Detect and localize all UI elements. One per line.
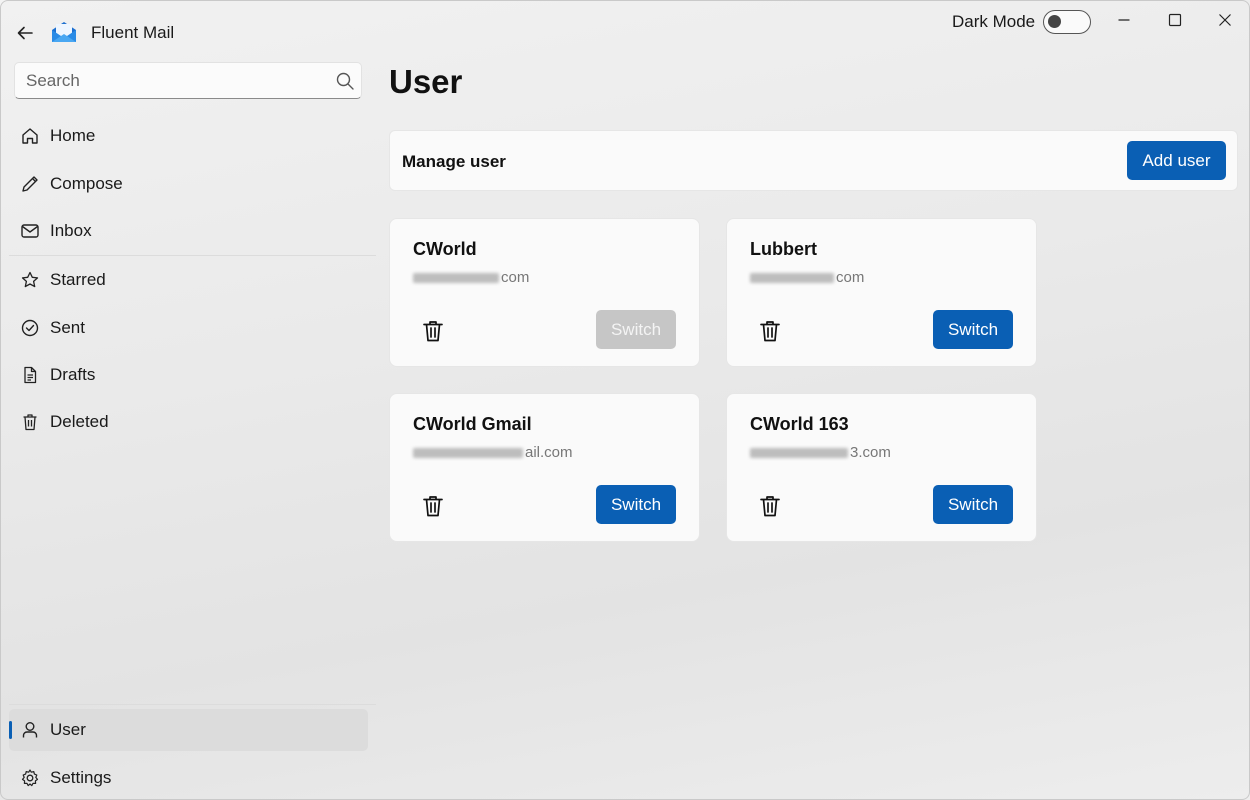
sidebar-item-label: Sent — [50, 318, 85, 337]
sidebar-item-label: Inbox — [50, 221, 92, 240]
sidebar-item-label: Starred — [50, 270, 106, 289]
trash-icon — [423, 496, 443, 517]
user-card: CWorld com Switch — [389, 218, 700, 367]
home-icon — [20, 126, 40, 146]
user-email: com — [750, 269, 864, 286]
search-input[interactable] — [15, 63, 335, 98]
user-card: Lubbert com Switch — [726, 218, 1037, 367]
delete-user-button[interactable] — [755, 491, 785, 521]
email-suffix: 3.com — [850, 444, 891, 461]
email-suffix: ail.com — [525, 444, 573, 461]
delete-user-button[interactable] — [418, 491, 448, 521]
star-icon — [20, 270, 40, 290]
sidebar-item-deleted[interactable]: Deleted — [9, 401, 368, 443]
delete-user-button[interactable] — [755, 316, 785, 346]
sidebar-item-label: Home — [50, 126, 96, 145]
search-box — [14, 62, 362, 99]
user-card: CWorld 163 3.com Switch — [726, 393, 1037, 542]
user-email: ail.com — [413, 444, 573, 461]
user-name: CWorld — [413, 239, 477, 259]
pencil-icon — [20, 174, 40, 194]
dark-mode-toggle[interactable] — [1043, 10, 1092, 34]
trash-icon — [423, 321, 443, 342]
sidebar-item-compose[interactable]: Compose — [9, 163, 368, 205]
user-name: CWorld 163 — [750, 414, 849, 434]
toggle-knob — [1048, 15, 1062, 28]
dark-mode-label: Dark Mode — [952, 12, 1036, 31]
user-name: CWorld Gmail — [413, 414, 532, 434]
mail-app-icon — [52, 22, 76, 42]
document-icon — [20, 365, 40, 385]
sidebar-divider — [9, 255, 376, 256]
redacted-text — [413, 448, 523, 459]
maximize-icon — [1168, 13, 1182, 27]
close-button[interactable] — [1202, 7, 1248, 33]
sidebar-item-label: Settings — [50, 768, 112, 787]
close-icon — [1219, 14, 1231, 26]
sidebar-item-drafts[interactable]: Drafts — [9, 354, 368, 396]
trash-icon — [760, 321, 780, 342]
sidebar-footer-divider — [9, 704, 376, 705]
sidebar-item-label: User — [50, 720, 86, 739]
add-user-button[interactable]: Add user — [1127, 141, 1226, 180]
switch-user-button[interactable]: Switch — [596, 485, 676, 524]
gear-icon — [20, 768, 40, 788]
person-icon — [20, 720, 40, 740]
redacted-text — [413, 273, 499, 284]
app-window: Fluent Mail Dark Mode Home Compose Inbo — [0, 0, 1250, 800]
arrow-left-icon — [17, 26, 33, 40]
sidebar-item-label: Deleted — [50, 412, 109, 431]
user-email: com — [413, 269, 529, 286]
switch-user-button[interactable]: Switch — [596, 310, 676, 349]
back-button[interactable] — [13, 21, 37, 45]
sidebar-item-starred[interactable]: Starred — [9, 259, 368, 301]
maximize-button[interactable] — [1152, 7, 1198, 33]
sidebar-item-inbox[interactable]: Inbox — [9, 210, 368, 252]
redacted-text — [750, 448, 848, 459]
user-card: CWorld Gmail ail.com Switch — [389, 393, 700, 542]
app-title: Fluent Mail — [91, 23, 175, 42]
check-circle-icon — [20, 318, 40, 338]
sidebar-item-label: Compose — [50, 174, 123, 193]
minimize-button[interactable] — [1101, 7, 1147, 33]
manage-user-bar: Manage user Add user — [389, 130, 1238, 191]
title-bar: Fluent Mail Dark Mode — [1, 1, 1249, 57]
trash-icon — [760, 496, 780, 517]
sidebar-item-user[interactable]: User — [9, 709, 368, 751]
delete-user-button[interactable] — [418, 316, 448, 346]
sidebar-item-label: Drafts — [50, 365, 96, 384]
envelope-icon — [20, 221, 40, 241]
email-suffix: com — [501, 269, 530, 286]
manage-user-label: Manage user — [402, 152, 506, 171]
switch-user-button[interactable]: Switch — [933, 310, 1013, 349]
sidebar-item-sent[interactable]: Sent — [9, 307, 368, 349]
sidebar-item-settings[interactable]: Settings — [9, 757, 368, 799]
user-name: Lubbert — [750, 239, 817, 259]
dark-mode-control: Dark Mode — [952, 10, 1092, 34]
search-icon[interactable] — [335, 71, 355, 91]
email-suffix: com — [836, 269, 865, 286]
redacted-text — [750, 273, 834, 284]
sidebar-item-home[interactable]: Home — [9, 115, 368, 157]
page-title: User — [389, 63, 463, 100]
minimize-icon — [1118, 19, 1130, 21]
switch-user-button[interactable]: Switch — [933, 485, 1013, 524]
user-email: 3.com — [750, 444, 891, 461]
trash-icon — [20, 412, 40, 432]
